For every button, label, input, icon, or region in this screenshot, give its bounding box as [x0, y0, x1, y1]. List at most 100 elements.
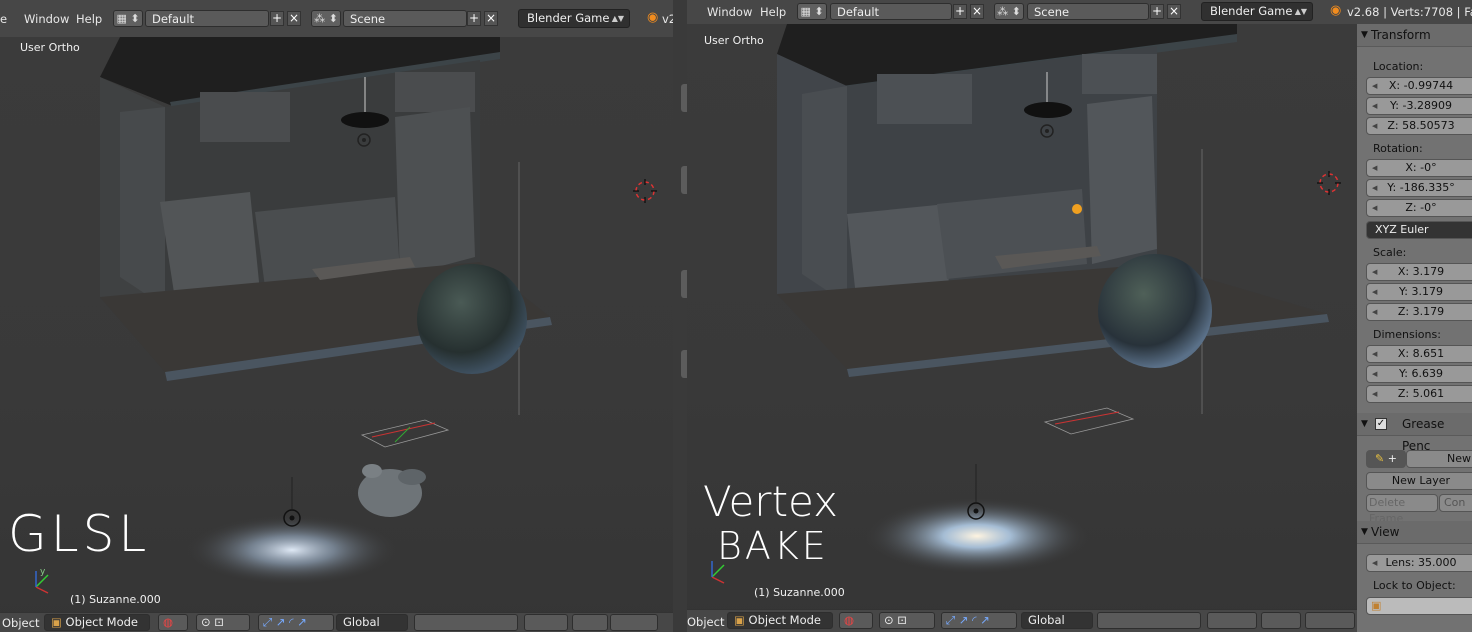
lock-icon-group-right[interactable]	[1207, 612, 1257, 629]
location-z-value: Z: 58.50573	[1387, 119, 1455, 132]
right-3d-viewport[interactable]: User Ortho Vertex BAKE (1) Suzanne.000	[687, 24, 1357, 632]
close-layout-icon[interactable]: ×	[970, 4, 984, 19]
rotation-mode-dropdown[interactable]: XYZ Euler	[1366, 221, 1472, 239]
mode-dropdown[interactable]: ▣ Object Mode	[44, 614, 150, 631]
dimensions-x-field[interactable]: ◀ X: 8.651	[1366, 345, 1472, 363]
viewport-shading-selector[interactable]: ◍	[158, 614, 188, 631]
left-viewport-area: e Window Help ▦ ⬍ Default + × ⁂ ⬍ Scene …	[0, 0, 673, 632]
left-footer: Object ▣ Object Mode ◍ ⊙ ⊡ ⤢ ↗ ◜ ↗ Globa…	[0, 612, 673, 632]
add-layout-icon[interactable]: +	[953, 4, 967, 19]
scale-y-field[interactable]: ◀ Y: 3.179	[1366, 283, 1472, 301]
close-scene-icon[interactable]: ×	[484, 11, 498, 26]
snap-icon-group[interactable]	[572, 614, 608, 631]
left-3d-viewport[interactable]: User Ortho GLSL y (1) Suzanne.000	[0, 37, 673, 632]
transform-panel-header[interactable]: ▼ Transform	[1357, 24, 1472, 47]
location-label: Location:	[1373, 60, 1424, 73]
location-x-field[interactable]: ◀ X: -0.99744	[1366, 77, 1472, 95]
rotation-y-field[interactable]: ◀ Y: -186.335°	[1366, 179, 1472, 197]
blender-logo-icon: ◉	[647, 10, 659, 25]
snap-icon-group-right[interactable]	[1261, 612, 1301, 629]
shading-icon: ◍	[163, 615, 174, 629]
pencil-icon: ✎	[1375, 452, 1385, 465]
mode-dropdown-right[interactable]: ▣ Object Mode	[727, 612, 833, 629]
lens-field[interactable]: ◀ Lens: 35.000	[1366, 554, 1472, 572]
delete-frame-button[interactable]: Delete Frame	[1366, 494, 1438, 525]
cube-icon: ▣	[51, 615, 62, 629]
scale-z-value: Z: 3.179	[1397, 305, 1445, 318]
scale-y-value: Y: 3.179	[1399, 285, 1443, 298]
grease-pencil-panel-header[interactable]: ▼ ✓ Grease Penc	[1357, 413, 1472, 453]
dimensions-z-field[interactable]: ◀ Z: 5.061	[1366, 385, 1472, 403]
screen-layout-selector-right[interactable]: ▦ ⬍	[797, 3, 827, 20]
orientation-dropdown-right[interactable]: Global	[1021, 612, 1093, 629]
layer-buttons[interactable]	[414, 614, 518, 631]
grease-pencil-datablock[interactable]: ✎ +	[1366, 450, 1406, 468]
left-header: e Window Help ▦ ⬍ Default + × ⁂ ⬍ Scene …	[0, 0, 673, 38]
scene-field-right[interactable]: Scene	[1027, 3, 1149, 20]
grease-pencil-checkbox[interactable]: ✓	[1375, 418, 1387, 430]
render-icon-group[interactable]	[610, 614, 658, 631]
lock-to-object-label: Lock to Object:	[1373, 579, 1456, 592]
add-layout-icon[interactable]: +	[270, 11, 284, 26]
object-menu-right[interactable]: Object	[687, 615, 724, 629]
scene-selector-right[interactable]: ⁂ ⬍	[994, 3, 1024, 20]
manipulator-toggles-right[interactable]: ⤢ ↗ ◜ ↗	[941, 612, 1017, 629]
scene-field[interactable]: Scene	[343, 10, 467, 27]
menu-help-right[interactable]: Help	[760, 5, 786, 19]
layout-field-right[interactable]: Default	[830, 3, 952, 20]
version-info: v2	[662, 12, 673, 26]
scale-x-field[interactable]: ◀ X: 3.179	[1366, 263, 1472, 281]
rotation-y-value: Y: -186.335°	[1387, 181, 1455, 194]
engine-dropdown-right[interactable]: Blender Game ▲▼	[1201, 2, 1313, 21]
engine-label: Blender Game	[527, 11, 610, 25]
scene-selector[interactable]: ⁂ ⬍	[311, 10, 341, 27]
scale-x-value: X: 3.179	[1397, 265, 1445, 278]
close-layout-icon[interactable]: ×	[287, 11, 301, 26]
new-layer-button[interactable]: New Layer	[1366, 472, 1472, 490]
viewport-shading-selector-right[interactable]: ◍	[839, 612, 873, 629]
layer-buttons-right[interactable]	[1097, 612, 1201, 629]
location-z-field[interactable]: ◀ Z: 58.50573	[1366, 117, 1472, 135]
view-panel-header[interactable]: ▼ View	[1357, 521, 1472, 544]
menu-window[interactable]: Window	[24, 12, 69, 26]
view-label: User Ortho	[704, 34, 764, 47]
pivot-selector-right[interactable]: ⊙ ⊡	[879, 612, 935, 629]
dimensions-y-field[interactable]: ◀ Y: 6.639	[1366, 365, 1472, 383]
pivot-selector[interactable]: ⊙ ⊡	[196, 614, 250, 631]
lock-icon-group[interactable]	[524, 614, 568, 631]
orientation-label: Global	[1028, 613, 1065, 627]
collapse-triangle-icon: ▼	[1361, 419, 1368, 429]
view-title: View	[1371, 525, 1400, 539]
new-grease-pencil-button[interactable]: New	[1406, 450, 1472, 468]
render-icon-group-right[interactable]	[1305, 612, 1355, 629]
engine-label: Blender Game	[1210, 4, 1293, 18]
menu-help[interactable]: Help	[76, 12, 102, 26]
menu-window-right[interactable]: Window	[707, 5, 752, 19]
add-scene-icon[interactable]: +	[467, 11, 481, 26]
orientation-dropdown[interactable]: Global	[336, 614, 408, 631]
scale-z-field[interactable]: ◀ Z: 3.179	[1366, 303, 1472, 321]
rotation-z-field[interactable]: ◀ Z: -0°	[1366, 199, 1472, 217]
close-scene-icon[interactable]: ×	[1167, 4, 1181, 19]
add-scene-icon[interactable]: +	[1150, 4, 1164, 19]
pivot-icon: ⊙ ⊡	[201, 615, 224, 629]
grease-pencil-title: Grease Penc	[1402, 417, 1445, 453]
screen-layout-selector[interactable]: ▦ ⬍	[113, 10, 143, 27]
engine-dropdown[interactable]: Blender Game ▲▼	[518, 9, 630, 28]
orientation-label: Global	[343, 615, 380, 629]
area-divider[interactable]	[673, 0, 687, 632]
layout-field[interactable]: Default	[145, 10, 269, 27]
rotation-label: Rotation:	[1373, 142, 1423, 155]
scale-label: Scale:	[1373, 246, 1407, 259]
menu-file[interactable]: e	[0, 12, 7, 26]
manipulator-icon: ⤢ ↗ ◜ ↗	[946, 613, 990, 627]
add-icon: +	[1384, 452, 1397, 465]
lock-to-object-field[interactable]: ▣	[1366, 597, 1472, 615]
manipulator-toggles[interactable]: ⤢ ↗ ◜ ↗	[258, 614, 334, 631]
location-y-field[interactable]: ◀ Y: -3.28909	[1366, 97, 1472, 115]
object-menu[interactable]: Object	[2, 616, 39, 630]
handwritten-annotation-line1: Vertex	[703, 477, 839, 526]
convert-button[interactable]: Con	[1439, 494, 1472, 512]
rotation-x-field[interactable]: ◀ X: -0°	[1366, 159, 1472, 177]
updown-icon: ▲▼	[1294, 7, 1307, 16]
